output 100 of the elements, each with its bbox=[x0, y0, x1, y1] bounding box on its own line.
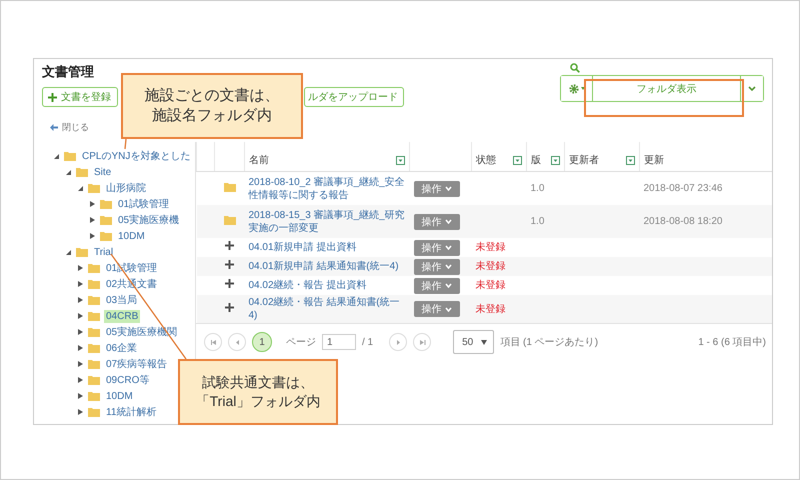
tree-item[interactable]: Trial bbox=[92, 246, 116, 258]
tree-item[interactable]: 05実施医療機 bbox=[116, 212, 182, 228]
collapsed-caret-icon[interactable] bbox=[76, 264, 84, 272]
expanded-caret-icon[interactable] bbox=[76, 184, 84, 192]
skip-arrow-icon bbox=[210, 338, 216, 346]
action-dropdown-button[interactable]: 操作 bbox=[414, 240, 460, 256]
tree-item[interactable]: 06企業 bbox=[104, 340, 140, 356]
page-label: ページ bbox=[286, 336, 316, 349]
folder-icon bbox=[88, 279, 100, 289]
caret-icon bbox=[481, 340, 488, 344]
expanded-caret-icon[interactable] bbox=[64, 168, 72, 176]
collapsed-caret-icon[interactable] bbox=[76, 376, 84, 384]
plus-icon[interactable] bbox=[225, 260, 234, 269]
folder-icon bbox=[88, 343, 100, 353]
collapsed-caret-icon[interactable] bbox=[76, 296, 84, 304]
action-dropdown-button[interactable]: 操作 bbox=[414, 214, 460, 230]
folder-icon bbox=[88, 375, 100, 385]
column-header: 状態 bbox=[476, 154, 496, 167]
updated-date: 2018-08-08 18:20 bbox=[644, 216, 722, 227]
filter-icon[interactable] bbox=[626, 156, 635, 164]
current-page-button[interactable]: 1 bbox=[252, 332, 272, 352]
collapsed-caret-icon[interactable] bbox=[76, 344, 84, 352]
collapsed-caret-icon[interactable] bbox=[88, 232, 96, 240]
folder-icon bbox=[88, 263, 100, 273]
expanded-caret-icon[interactable] bbox=[52, 152, 60, 160]
folder-icon bbox=[100, 199, 112, 209]
column-header: 更新者 bbox=[569, 154, 599, 167]
updated-date: 2018-08-07 23:46 bbox=[644, 183, 722, 194]
column-header: 更新 bbox=[644, 154, 664, 167]
collapsed-caret-icon[interactable] bbox=[76, 280, 84, 288]
gear-icon bbox=[568, 84, 578, 94]
folder-icon bbox=[64, 151, 76, 161]
page-total: / 1 bbox=[362, 336, 374, 348]
back-arrow-icon[interactable] bbox=[50, 124, 58, 131]
tree-item[interactable]: 山形病院 bbox=[104, 180, 148, 196]
caret-icon bbox=[444, 186, 452, 191]
document-link[interactable]: 04.01新規申請 提出資料 bbox=[248, 241, 406, 254]
expanded-caret-icon[interactable] bbox=[64, 248, 72, 256]
folder-icon bbox=[76, 247, 88, 257]
settings-button[interactable] bbox=[561, 76, 593, 101]
action-dropdown-button[interactable]: 操作 bbox=[414, 301, 460, 317]
folder-icon bbox=[88, 295, 100, 305]
filter-icon[interactable] bbox=[513, 156, 522, 164]
filter-icon[interactable] bbox=[551, 156, 560, 164]
upload-button[interactable]: ルダをアップロード bbox=[304, 87, 404, 107]
callout-text: 試験共通文書は、 bbox=[202, 373, 314, 392]
caret-icon bbox=[580, 87, 584, 90]
folder-icon bbox=[88, 359, 100, 369]
status-text: 未登録 bbox=[476, 304, 506, 314]
tree-item[interactable]: 03当局 bbox=[104, 292, 140, 308]
callout-text: 施設名フォルダ内 bbox=[152, 106, 272, 126]
page-title: 文書管理 bbox=[42, 63, 95, 81]
folder-icon bbox=[88, 407, 100, 417]
tree-item[interactable]: 10DM bbox=[116, 230, 147, 242]
action-dropdown-button[interactable]: 操作 bbox=[414, 278, 460, 294]
status-text: 未登録 bbox=[476, 261, 506, 272]
collapsed-caret-icon[interactable] bbox=[76, 312, 84, 320]
caret-icon bbox=[444, 245, 452, 250]
search-icon[interactable] bbox=[570, 63, 580, 73]
caret-icon bbox=[444, 219, 452, 224]
plus-icon bbox=[48, 92, 57, 102]
chevron-icon bbox=[748, 86, 756, 91]
version-text: 1.0 bbox=[530, 183, 544, 194]
collapsed-caret-icon[interactable] bbox=[76, 328, 84, 336]
collapsed-caret-icon[interactable] bbox=[76, 360, 84, 368]
folder-icon bbox=[88, 391, 100, 401]
tree-item[interactable]: 11統計解析 bbox=[104, 404, 158, 420]
tree-item[interactable]: 04CRB bbox=[104, 310, 140, 322]
caret-icon bbox=[444, 283, 452, 288]
triangle-arrow-icon bbox=[394, 338, 402, 346]
plus-icon[interactable] bbox=[225, 279, 234, 288]
callout-text: 施設ごとの文書は、 bbox=[144, 86, 280, 106]
collapsed-caret-icon[interactable] bbox=[88, 200, 96, 208]
close-link[interactable]: 閉じる bbox=[62, 121, 89, 134]
folder-icon bbox=[224, 214, 236, 224]
document-link[interactable]: 2018-08-10_2 審議事項_継続_安全性情報等に関する報告 bbox=[248, 176, 406, 202]
column-header: 版 bbox=[531, 154, 541, 167]
page-size-select[interactable]: 50 bbox=[453, 330, 494, 354]
folder-icon bbox=[100, 231, 112, 241]
collapsed-caret-icon[interactable] bbox=[76, 408, 84, 416]
folder-icon bbox=[88, 183, 100, 193]
item-count: 1 - 6 (6 項目中) bbox=[698, 336, 766, 349]
caret-icon bbox=[444, 264, 452, 269]
tree-item[interactable]: 01試験管理 bbox=[116, 196, 172, 212]
page-input[interactable]: 1 bbox=[322, 334, 356, 350]
filter-icon[interactable] bbox=[396, 156, 405, 164]
collapsed-caret-icon[interactable] bbox=[76, 392, 84, 400]
tree-item[interactable]: CPLのYNJを対象とした bbox=[80, 148, 192, 164]
add-document-button[interactable]: 文書を登録 bbox=[42, 87, 118, 107]
action-dropdown-button[interactable]: 操作 bbox=[414, 180, 460, 196]
tree-item[interactable]: 09CRO等 bbox=[104, 372, 152, 388]
action-dropdown-button[interactable]: 操作 bbox=[414, 258, 460, 274]
plus-icon[interactable] bbox=[225, 241, 234, 250]
tree-item[interactable]: 07疾病等報告 bbox=[104, 356, 170, 372]
tree-item[interactable]: 10DM bbox=[104, 390, 135, 402]
document-link[interactable]: 04.02継続・報告 提出資料 bbox=[248, 279, 406, 292]
skip-arrow-icon bbox=[418, 338, 426, 346]
tree-item[interactable]: Site bbox=[92, 166, 114, 178]
collapsed-caret-icon[interactable] bbox=[88, 216, 96, 224]
plus-icon[interactable] bbox=[225, 302, 234, 312]
